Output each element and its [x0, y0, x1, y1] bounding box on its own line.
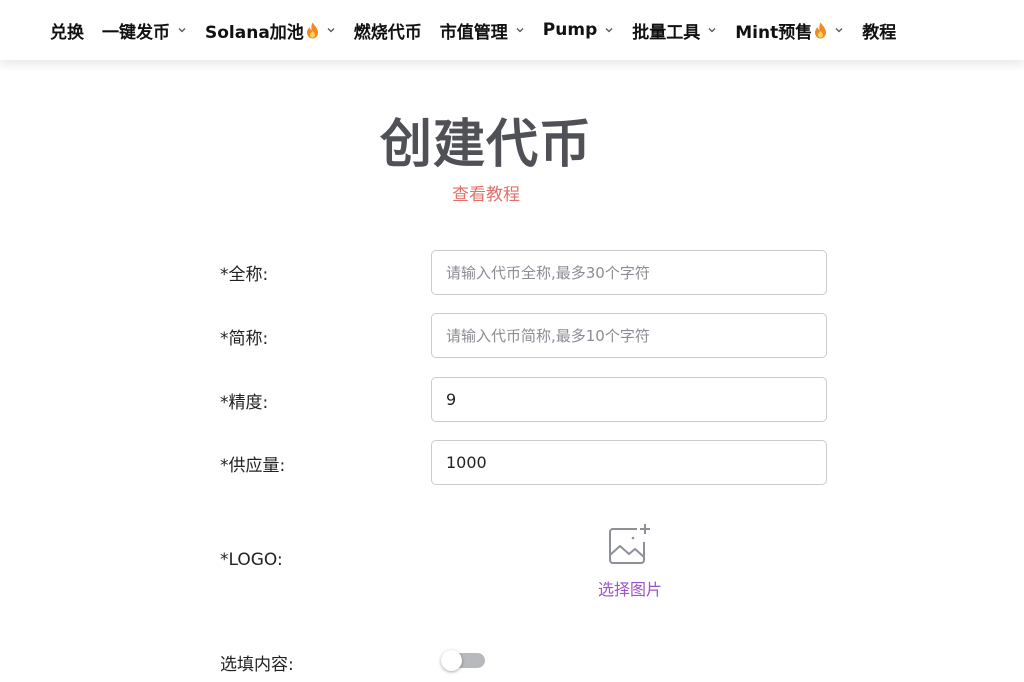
- nav-item-label: Solana加池: [205, 22, 304, 43]
- symbol-input[interactable]: [431, 313, 827, 358]
- toggle-knob: [441, 650, 462, 671]
- top-navigation: 兑换 一键发币 Solana加池 燃烧代币 市值管理 Pump 批量工具 Min…: [0, 0, 1024, 60]
- chevron-down-icon: [708, 28, 716, 33]
- nav-item-solana-liquidity[interactable]: Solana加池: [205, 18, 336, 43]
- fire-icon: [306, 22, 318, 38]
- chevron-down-icon: [327, 28, 335, 33]
- image-add-icon: [609, 524, 650, 564]
- nav-item-mint-presale[interactable]: Mint预售: [735, 18, 844, 43]
- nav-item-label: Mint预售: [735, 22, 813, 43]
- nav-item-one-click-token[interactable]: 一键发币: [102, 18, 187, 43]
- nav-item-label: Pump: [542, 20, 598, 40]
- supply-label: *供应量:: [220, 456, 286, 476]
- supply-input[interactable]: [431, 440, 827, 485]
- nav-item-label: 燃烧代币: [353, 22, 422, 43]
- nav-item-batch-tools[interactable]: 批量工具: [632, 18, 717, 43]
- chevron-down-icon: [516, 28, 524, 33]
- decimals-label: *精度:: [220, 393, 269, 413]
- nav-item-label: 兑换: [50, 22, 84, 43]
- nav-item-swap[interactable]: 兑换: [50, 18, 84, 43]
- full-name-input[interactable]: [431, 250, 827, 295]
- decimals-input[interactable]: [431, 377, 827, 422]
- fire-icon: [815, 22, 827, 38]
- nav-item-market-cap[interactable]: 市值管理: [440, 18, 525, 43]
- upload-label: 选择图片: [597, 580, 662, 599]
- logo-upload-button[interactable]: 选择图片: [590, 522, 670, 600]
- chevron-down-icon: [605, 28, 613, 33]
- nav-item-tutorial[interactable]: 教程: [862, 18, 896, 43]
- nav-item-label: 批量工具: [632, 22, 701, 43]
- nav-item-burn-token[interactable]: 燃烧代币: [354, 18, 422, 43]
- full-name-label: *全称:: [220, 265, 269, 285]
- optional-content-toggle[interactable]: [441, 650, 485, 671]
- create-token-form: 创建代币 查看教程 *全称: *简称: *精度: *供应量: *LOGO: 选择…: [0, 60, 1024, 682]
- logo-label: *LOGO:: [220, 550, 283, 570]
- chevron-down-icon: [835, 28, 843, 33]
- nav-item-label: 教程: [862, 22, 897, 43]
- view-tutorial-link[interactable]: 查看教程: [452, 180, 520, 205]
- optional-content-label: 选填内容:: [220, 655, 294, 675]
- nav-item-label: 市值管理: [439, 22, 508, 43]
- symbol-label: *简称:: [220, 329, 269, 349]
- nav-item-pump[interactable]: Pump: [543, 20, 614, 40]
- page-title: 创建代币: [380, 115, 593, 175]
- nav-item-label: 一键发币: [102, 22, 170, 43]
- chevron-down-icon: [178, 28, 186, 33]
